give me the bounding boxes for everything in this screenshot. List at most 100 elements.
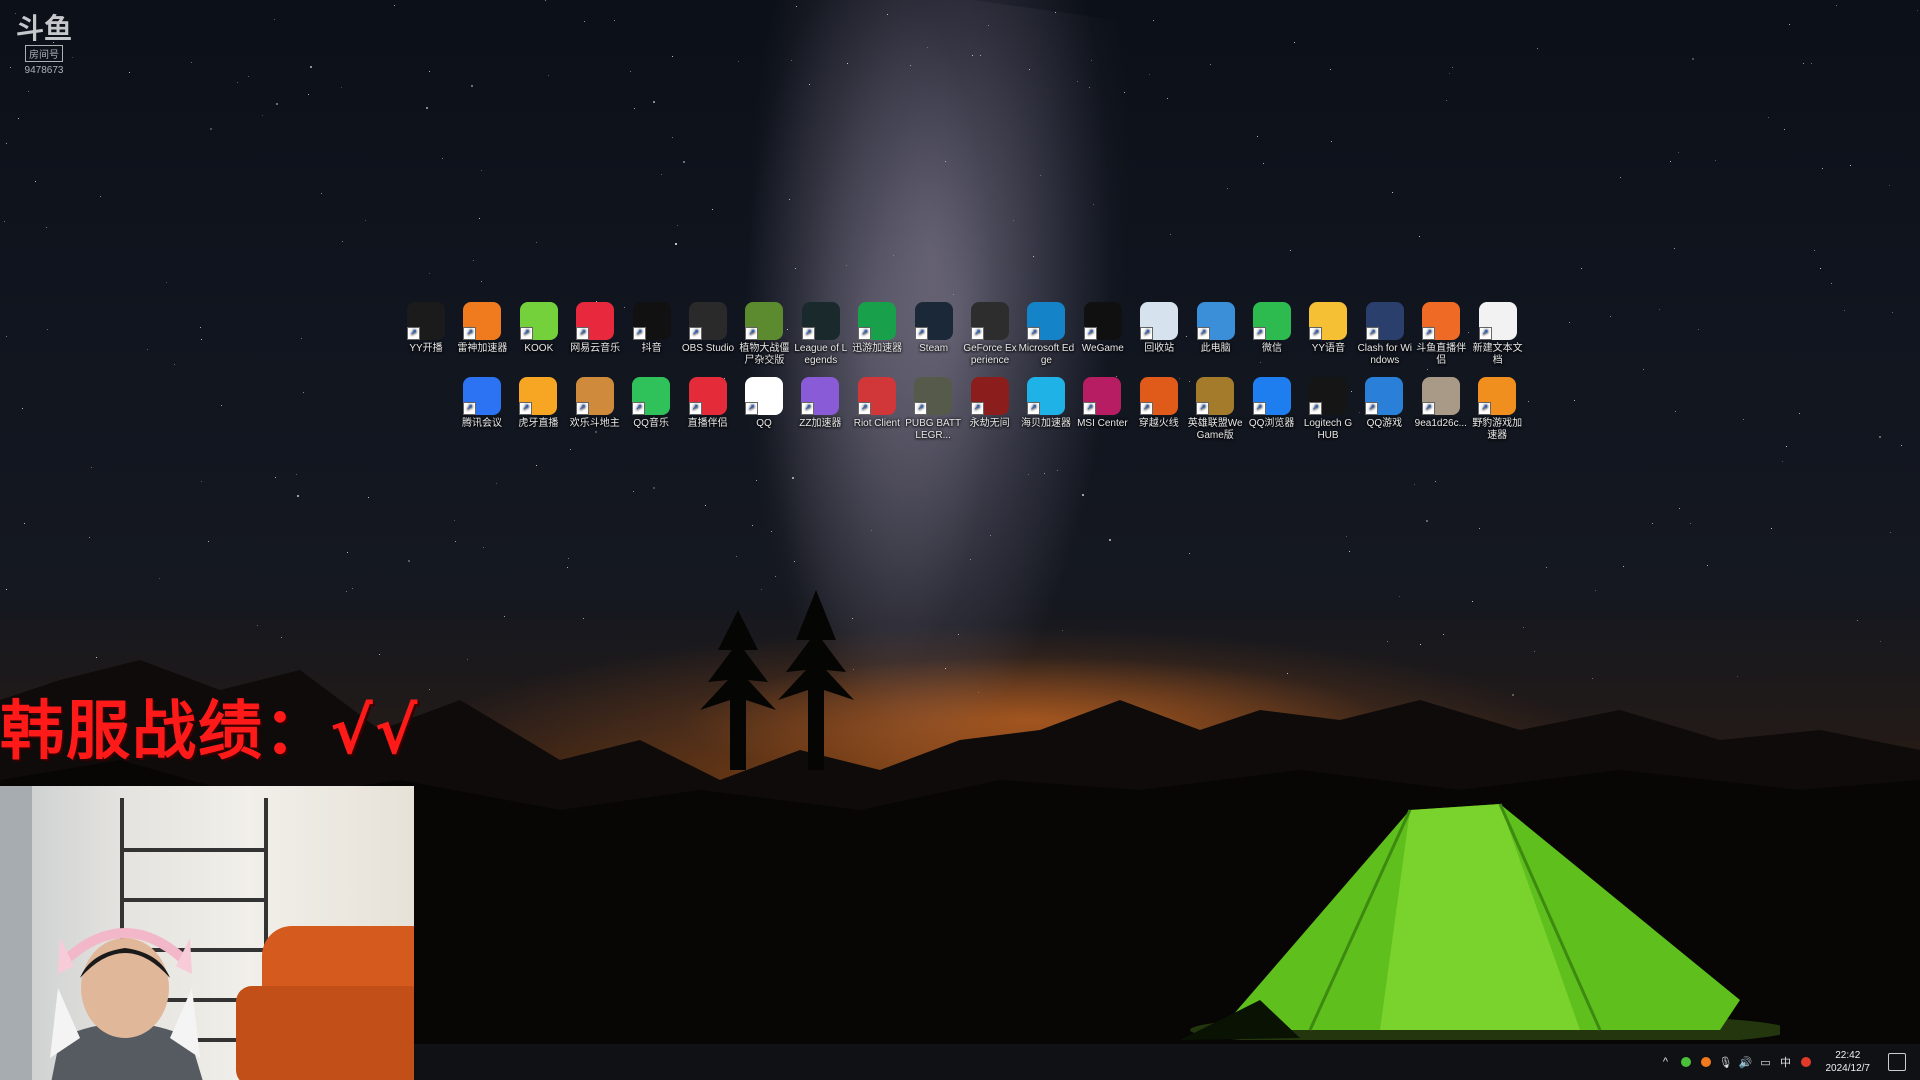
huya-icon: ↗ <box>519 377 558 415</box>
desktop-icon-riot-client[interactable]: ↗ Riot Client <box>849 377 905 430</box>
desktop-icon-label: 雷神加速器 <box>457 343 508 354</box>
stream-overlay-text: 韩服战绩：√√ <box>0 695 420 769</box>
desktop-icon-wegame[interactable]: ↗ WeGame <box>1075 302 1131 355</box>
desktop-icon-label: 欢乐斗地主 <box>569 418 620 429</box>
desktop-icon-label: 新建文本文档 <box>1472 343 1523 366</box>
desktop-icon-lol-wegame[interactable]: ↗ 英雄联盟WeGame版 <box>1187 377 1243 442</box>
desktop-icon-label: 穿越火线 <box>1138 418 1179 429</box>
desktop-icon-qq-music[interactable]: ↗ QQ音乐 <box>623 377 679 430</box>
shortcut-arrow-icon: ↗ <box>1365 402 1379 415</box>
desktop-icon-lol[interactable]: ↗ League of Legends <box>793 302 849 367</box>
desktop-icon-leishen[interactable]: ↗ 雷神加速器 <box>454 302 510 355</box>
desktop-icon-xunyou[interactable]: ↗ 迅游加速器 <box>849 302 905 355</box>
desktop-icon-label: YY语音 <box>1311 343 1346 354</box>
desktop-icon-crossfire[interactable]: ↗ 穿越火线 <box>1131 377 1187 430</box>
desktop-icon-naraka[interactable]: ↗ 永劫无间 <box>962 377 1018 430</box>
desktop-icon-label: Riot Client <box>853 418 900 429</box>
desktop-icon-clash[interactable]: ↗ Clash for Windows <box>1357 302 1413 367</box>
desktop-icon-wechat[interactable]: ↗ 微信 <box>1244 302 1300 355</box>
volume-icon[interactable]: 🔊 <box>1739 1056 1753 1069</box>
shortcut-arrow-icon: ↗ <box>576 327 590 340</box>
green-status-icon[interactable] <box>1680 1056 1692 1068</box>
desktop-icon-qq[interactable]: ↗ QQ <box>736 377 792 430</box>
webcam-door <box>0 786 32 1080</box>
desktop-icon-qq-browser[interactable]: ↗ QQ浏览器 <box>1244 377 1300 430</box>
desktop-icon-msi-center[interactable]: ↗ MSI Center <box>1074 377 1130 430</box>
desktop-icon-recycle-bin[interactable]: ↗ 回收站 <box>1131 302 1187 355</box>
recycle-bin-icon: ↗ <box>1140 302 1179 340</box>
desktop-icon-logitech[interactable]: ↗ Logitech G HUB <box>1300 377 1356 442</box>
taskbar: ^ 🎙 🔊 ▭ 中 22:42 2024/12/7 <box>414 1044 1920 1080</box>
shortcut-arrow-icon: ↗ <box>914 327 928 340</box>
desktop-icon-yy-voice[interactable]: ↗ YY语音 <box>1300 302 1356 355</box>
desktop-icon-label: GeForce Experience <box>963 343 1017 366</box>
desktop-icon-pubg[interactable]: ↗ PUBG BATTLEGR... <box>905 377 961 442</box>
desktop-icon-live-companion[interactable]: ↗ 直播伴侣 <box>680 377 736 430</box>
microphone-icon[interactable]: 🎙 <box>1719 1056 1733 1069</box>
desktop-icon-haibei[interactable]: ↗ 海贝加速器 <box>1018 377 1074 430</box>
desktop-icon-label: 抖音 <box>641 343 662 354</box>
desktop-icon-label: ZZ加速器 <box>799 418 842 429</box>
shortcut-arrow-icon: ↗ <box>1253 327 1266 340</box>
desktop-icon-label: QQ浏览器 <box>1248 418 1295 429</box>
app-tray-icon[interactable] <box>1800 1056 1812 1068</box>
image-file-icon: ↗ <box>1421 377 1460 415</box>
chevron-up-icon[interactable]: ^ <box>1660 1056 1672 1068</box>
desktop-icon-image-file[interactable]: ↗ 9ea1d26c... <box>1413 377 1469 430</box>
desktop-icon-label: 植物大战僵尸杂交版 <box>739 343 790 366</box>
desktop-icon-label: PUBG BATTLEGR... <box>905 418 962 441</box>
shortcut-arrow-icon: ↗ <box>1027 327 1041 340</box>
desktop-icon-label: YY开播 <box>409 343 443 354</box>
desktop-icon-yebao[interactable]: ↗ 野豹游戏加速器 <box>1469 377 1525 442</box>
desktop-icon-obs[interactable]: ↗ OBS Studio <box>680 302 736 355</box>
desktop-icon-label: 直播伴侣 <box>687 418 728 429</box>
pubg-icon: ↗ <box>914 377 953 415</box>
shortcut-arrow-icon: ↗ <box>575 402 589 415</box>
logitech-icon: ↗ <box>1309 377 1347 415</box>
shortcut-arrow-icon: ↗ <box>914 402 928 415</box>
desktop-icon-kook[interactable]: ↗ KOOK <box>511 302 567 355</box>
haibei-icon: ↗ <box>1027 377 1065 415</box>
desktop-icon-netease-music[interactable]: ↗ 网易云音乐 <box>567 302 623 355</box>
desktop-icon-huya[interactable]: ↗ 虎牙直播 <box>510 377 566 430</box>
clash-icon: ↗ <box>1365 302 1404 340</box>
ime-icon[interactable]: 中 <box>1780 1056 1792 1069</box>
douyu-watermark: 斗鱼 房间号 9478673 <box>12 14 76 78</box>
desktop-icon-this-pc[interactable]: ↗ 此电脑 <box>1188 302 1244 355</box>
desktop-icon-text-document[interactable]: ↗ 新建文本文档 <box>1470 302 1526 367</box>
desktop-icon-doudizhu[interactable]: ↗ 欢乐斗地主 <box>567 377 623 430</box>
desktop-icon-edge[interactable]: ↗ Microsoft Edge <box>1018 302 1074 367</box>
desktop-icon-geforce[interactable]: ↗ GeForce Experience <box>962 302 1018 367</box>
riot-client-icon: ↗ <box>857 377 896 415</box>
desktop-icon-pvz[interactable]: ↗ 植物大战僵尸杂交版 <box>736 302 792 367</box>
desktop-icon-label: Microsoft Edge <box>1018 343 1075 366</box>
desktop-icon-yy-live[interactable]: ↗ YY开播 <box>398 302 454 355</box>
shortcut-arrow-icon: ↗ <box>1309 327 1323 340</box>
desktop-icon-zz-accelerator[interactable]: ↗ ZZ加速器 <box>792 377 848 430</box>
notification-center-icon[interactable] <box>1888 1053 1906 1071</box>
desktop-icon-label: 腾讯会议 <box>462 418 502 429</box>
desktop-icon-label: Clash for Windows <box>1357 343 1413 366</box>
desktop-icon-douyin[interactable]: ↗ 抖音 <box>624 302 680 355</box>
shortcut-arrow-icon: ↗ <box>857 402 871 415</box>
live-companion-icon: ↗ <box>688 377 727 415</box>
desktop-icon-label: 微信 <box>1262 343 1282 354</box>
desktop-icon-tencent-meeting[interactable]: ↗ 腾讯会议 <box>454 377 510 430</box>
lol-wegame-icon: ↗ <box>1196 377 1235 415</box>
desktop-icon-label: QQ游戏 <box>1366 418 1403 429</box>
yebao-icon: ↗ <box>1478 377 1517 415</box>
desktop-icon-label: OBS Studio <box>681 343 735 354</box>
desktop-icon-label: 此电脑 <box>1200 343 1231 354</box>
desktop-icon-douyu-companion[interactable]: ↗ 斗鱼直播伴侣 <box>1413 302 1469 367</box>
desktop-icon-qq-game[interactable]: ↗ QQ游戏 <box>1356 377 1412 430</box>
shortcut-arrow-icon: ↗ <box>745 327 759 340</box>
douyu-tray-icon[interactable] <box>1700 1056 1712 1068</box>
desktop-icon-steam[interactable]: ↗ Steam <box>906 302 962 355</box>
xunyou-icon: ↗ <box>858 302 897 340</box>
this-pc-icon: ↗ <box>1196 302 1235 340</box>
desktop-icon-label: 海贝加速器 <box>1021 418 1071 429</box>
network-icon[interactable]: ▭ <box>1760 1056 1772 1069</box>
desktop-icon-label: MSI Center <box>1077 418 1128 429</box>
desktop-icon-label: 网易云音乐 <box>570 343 621 354</box>
clock[interactable]: 22:42 2024/12/7 <box>1826 1049 1871 1075</box>
